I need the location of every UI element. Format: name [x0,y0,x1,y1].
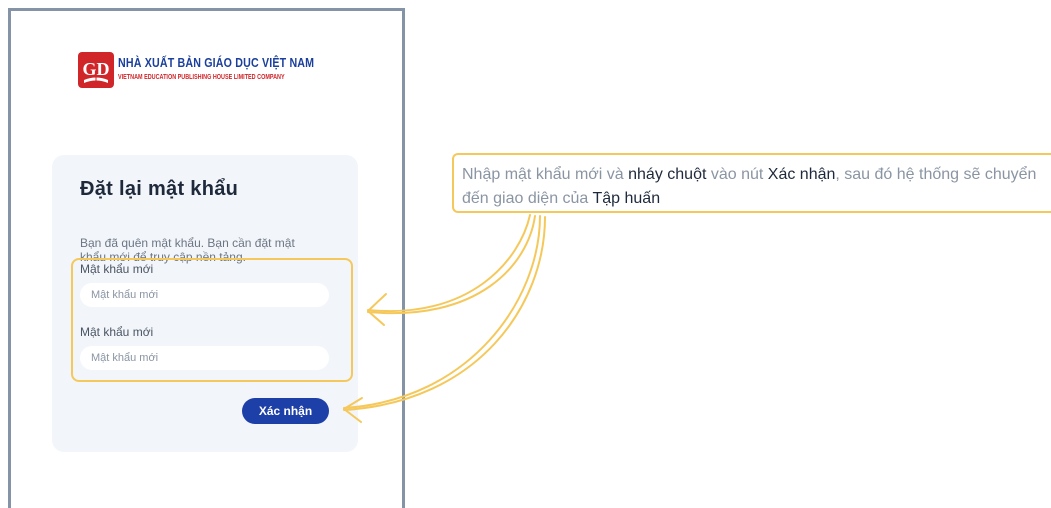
arrow-to-fields [367,214,531,313]
pointer-arrows [343,214,546,423]
arrow-to-button-2 [343,216,546,411]
arrow-head-fields [367,293,387,326]
arrow-to-fields-2 [367,215,536,315]
